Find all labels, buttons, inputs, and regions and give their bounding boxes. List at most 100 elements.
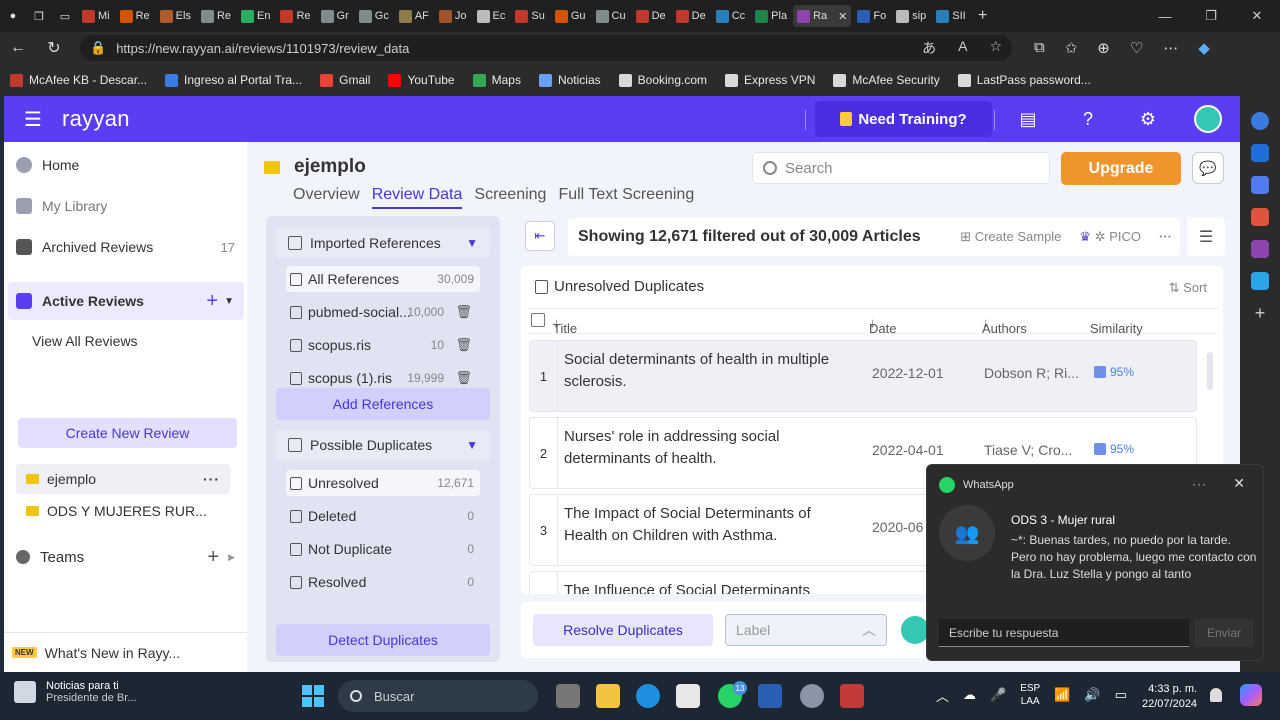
- add-references-button[interactable]: Add References: [276, 388, 490, 420]
- settings-icon[interactable]: [800, 684, 824, 708]
- close-icon[interactable]: ✕: [1233, 475, 1245, 492]
- minimize-icon[interactable]: —: [1142, 9, 1188, 24]
- browser-tab[interactable]: Mi: [78, 5, 114, 27]
- duplicates-item-deleted[interactable]: Deleted 0: [286, 503, 480, 529]
- table-row[interactable]: 1 Social determinants of health in multip…: [529, 340, 1197, 412]
- all-references-item[interactable]: All References 30,009: [286, 266, 480, 292]
- review-item-ejemplo[interactable]: ejemplo ···: [16, 464, 230, 494]
- bookmark-item[interactable]: Ingreso al Portal Tra...: [165, 73, 302, 87]
- add-sidebar-icon[interactable]: +: [1251, 304, 1269, 322]
- close-window-icon[interactable]: ✕: [1234, 8, 1280, 24]
- browser-tab[interactable]: Pla: [751, 5, 791, 27]
- send-button[interactable]: Enviar: [1195, 619, 1253, 647]
- tag-icon[interactable]: [1251, 176, 1269, 194]
- browser-tab[interactable]: Ra ✕: [793, 5, 852, 27]
- search-icon[interactable]: [1251, 112, 1269, 130]
- collapse-panel-icon[interactable]: ⇤: [525, 221, 555, 251]
- upgrade-button[interactable]: Upgrade: [1061, 152, 1181, 185]
- articles-scrollbar[interactable]: [1207, 352, 1213, 390]
- browser-tab[interactable]: Re: [276, 5, 314, 27]
- back-icon[interactable]: ←: [0, 39, 36, 57]
- resolve-duplicates-button[interactable]: Resolve Duplicates: [533, 614, 713, 646]
- volume-icon[interactable]: 🔊: [1084, 687, 1100, 703]
- browser-tab[interactable]: Re: [116, 5, 154, 27]
- column-title[interactable]: Title ↓: [553, 315, 577, 336]
- notification-more-icon[interactable]: ···: [1192, 477, 1207, 491]
- bookmark-item[interactable]: YouTube: [388, 73, 455, 87]
- select-all-checkbox[interactable]: [531, 313, 545, 327]
- article-title[interactable]: The Impact of Social Determinants of Hea…: [564, 503, 844, 547]
- edge-icon[interactable]: [636, 684, 660, 708]
- collections-icon[interactable]: ⊕: [1097, 39, 1110, 57]
- sidebar-item-active-reviews[interactable]: Active Reviews + ▼: [8, 282, 244, 320]
- news-widget[interactable]: Noticias para ti Presidente de Br...: [14, 680, 137, 704]
- pico-button[interactable]: ♛ ✲ PICO: [1079, 229, 1141, 245]
- more-icon[interactable]: ⋯: [1163, 39, 1178, 57]
- heart-icon[interactable]: ♡: [1130, 39, 1143, 57]
- start-icon[interactable]: [302, 685, 324, 707]
- browser-tab[interactable]: De: [672, 5, 710, 27]
- sidebar-item-home[interactable]: Home: [4, 150, 247, 180]
- menu-icon[interactable]: ☰: [4, 107, 62, 132]
- chevron-down-icon[interactable]: ▼: [466, 236, 478, 250]
- browser-tab[interactable]: En: [237, 5, 274, 27]
- browser-tab[interactable]: Gr: [317, 5, 353, 27]
- column-date[interactable]: Date ↓: [869, 315, 896, 336]
- browser-tab[interactable]: sip: [892, 5, 930, 27]
- detect-duplicates-button[interactable]: Detect Duplicates: [276, 624, 490, 656]
- caret-down-icon[interactable]: ▼: [224, 296, 234, 307]
- create-new-review-button[interactable]: Create New Review: [18, 418, 237, 448]
- read-aloud-icon[interactable]: A: [958, 38, 967, 58]
- browser-tab[interactable]: Cu: [592, 5, 630, 27]
- bookmark-item[interactable]: LastPass password...: [957, 73, 1091, 87]
- caret-right-icon[interactable]: ▶: [228, 552, 235, 563]
- copilot-icon[interactable]: ◆: [1198, 39, 1210, 57]
- store-icon[interactable]: [676, 684, 700, 708]
- browser-tab[interactable]: AF: [395, 5, 433, 27]
- clock[interactable]: 4:33 p. m. 22/07/2024: [1142, 682, 1197, 712]
- trash-icon[interactable]: 🗑: [455, 304, 472, 320]
- chevron-up-icon[interactable]: ︿: [936, 686, 949, 705]
- browser-tab[interactable]: Ec: [473, 5, 510, 27]
- reference-file-item[interactable]: scopus.ris 10 🗑: [286, 332, 480, 358]
- split-screen-icon[interactable]: ⧉: [1034, 39, 1045, 57]
- tab-actions-icon[interactable]: ▭: [54, 6, 76, 26]
- view-all-reviews-link[interactable]: View All Reviews: [4, 326, 247, 356]
- battery-icon[interactable]: ▭: [1115, 687, 1127, 703]
- bookmark-item[interactable]: Gmail: [320, 73, 370, 87]
- new-tab-icon[interactable]: +: [972, 6, 994, 26]
- reference-file-item[interactable]: pubmed-social... 10,000 🗑: [286, 299, 480, 325]
- rayyan-logo[interactable]: rayyan: [62, 106, 130, 132]
- bookmark-item[interactable]: Express VPN: [725, 73, 815, 87]
- imported-references-header[interactable]: Imported References ▼: [276, 228, 490, 258]
- create-sample-button[interactable]: ⊞ Create Sample: [960, 229, 1061, 245]
- browser-tab[interactable]: Re: [197, 5, 235, 27]
- tab-full-text-screening[interactable]: Full Text Screening: [558, 186, 694, 209]
- label-select[interactable]: Label ︿: [725, 614, 887, 646]
- browser-tab[interactable]: Gu: [551, 5, 590, 27]
- possible-duplicates-header[interactable]: Possible Duplicates ▼: [276, 430, 490, 460]
- bookmark-item[interactable]: Noticias: [538, 73, 601, 87]
- trash-icon[interactable]: 🗑: [455, 337, 472, 353]
- microphone-icon[interactable]: 🎤: [990, 687, 1006, 703]
- browser-tab[interactable]: Fo: [853, 5, 890, 27]
- url-field[interactable]: 🔒 https://new.rayyan.ai/reviews/1101973/…: [80, 35, 1012, 61]
- notification-bell-icon[interactable]: [1210, 688, 1222, 702]
- word-icon[interactable]: [758, 684, 782, 708]
- settings-gear-icon[interactable]: ⚙: [1137, 108, 1159, 130]
- file-explorer-icon[interactable]: [596, 684, 620, 708]
- assistant-avatar[interactable]: [901, 616, 929, 644]
- close-tab-icon[interactable]: ✕: [838, 10, 847, 23]
- duplicates-item-resolved[interactable]: Resolved 0: [286, 569, 480, 595]
- feedback-chat-icon[interactable]: 💬: [1192, 152, 1224, 184]
- chevron-down-icon[interactable]: ▼: [466, 438, 478, 452]
- maximize-icon[interactable]: ❐: [1188, 8, 1234, 24]
- translate-icon[interactable]: あ: [922, 38, 936, 58]
- user-avatar[interactable]: [1194, 105, 1222, 133]
- duplicates-item-not-duplicate[interactable]: Not Duplicate 0: [286, 536, 480, 562]
- bookmark-item[interactable]: McAfee Security: [833, 73, 940, 87]
- taskbar-search[interactable]: Buscar: [338, 680, 538, 712]
- favorites-icon[interactable]: ✩: [1065, 39, 1078, 57]
- help-icon[interactable]: ?: [1077, 108, 1099, 130]
- messages-icon[interactable]: ▤: [1017, 108, 1039, 130]
